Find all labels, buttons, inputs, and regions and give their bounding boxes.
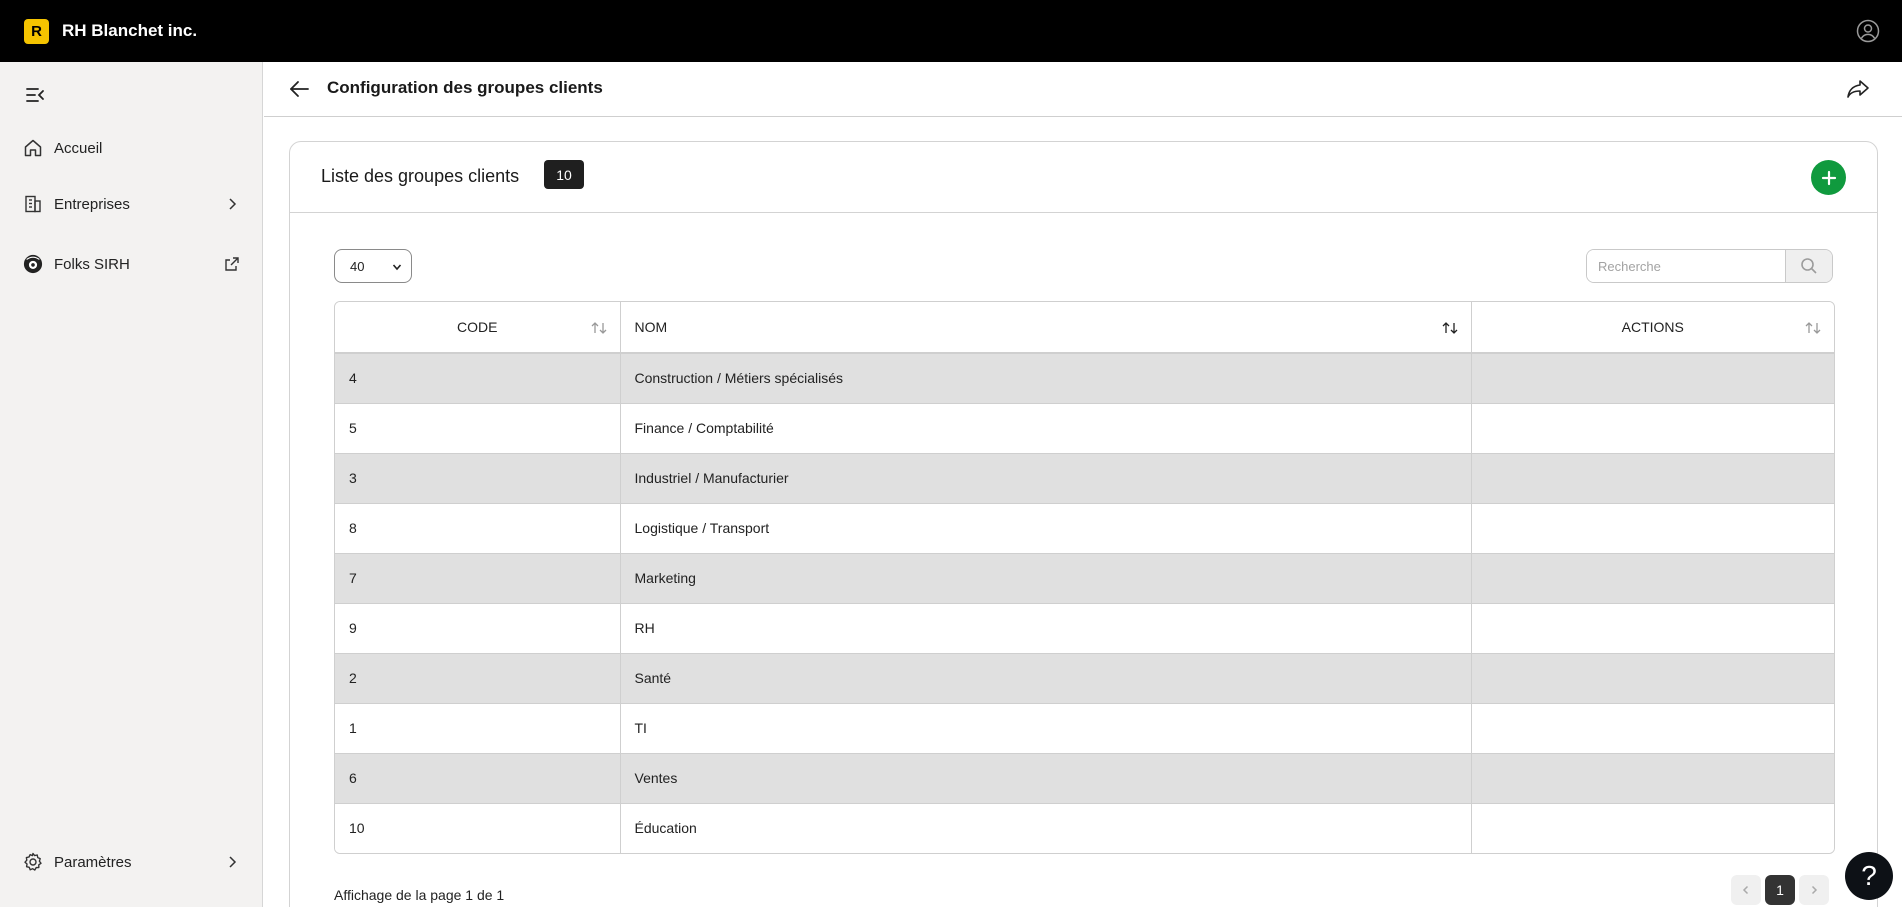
chevron-left-icon bbox=[1742, 885, 1749, 895]
sidebar-item-label: Entreprises bbox=[54, 195, 130, 213]
chevron-right-icon bbox=[1811, 885, 1818, 895]
cell-code: 8 bbox=[335, 502, 620, 553]
sidebar-item-label: Accueil bbox=[54, 139, 103, 157]
next-page-button[interactable] bbox=[1799, 875, 1829, 905]
client-groups-card: Liste des groupes clients 10 40 CODE bbox=[289, 141, 1878, 907]
page-header: Configuration des groupes clients bbox=[264, 62, 1902, 117]
table-row[interactable]: 6 Ventes bbox=[335, 752, 1834, 803]
cell-code: 6 bbox=[335, 752, 620, 803]
help-button[interactable]: ? bbox=[1845, 852, 1893, 900]
share-icon[interactable] bbox=[1846, 78, 1870, 100]
building-icon bbox=[23, 194, 43, 214]
cell-code: 4 bbox=[335, 352, 620, 403]
table-row[interactable]: 4 Construction / Métiers spécialisés bbox=[335, 352, 1834, 403]
table-row[interactable]: 3 Industriel / Manufacturier bbox=[335, 452, 1834, 503]
folks-logo-icon bbox=[23, 254, 43, 274]
card-header: Liste des groupes clients 10 bbox=[290, 142, 1877, 213]
search-button[interactable] bbox=[1786, 250, 1832, 282]
cell-code: 2 bbox=[335, 652, 620, 703]
cell-actions bbox=[1470, 352, 1834, 403]
groups-table: CODE NOM ACTIONS 4 Construction / Métier… bbox=[334, 301, 1835, 854]
search-box bbox=[1586, 249, 1833, 283]
cell-actions bbox=[1470, 652, 1834, 703]
pagination-info: Affichage de la page 1 de 1 bbox=[334, 887, 505, 903]
top-bar: R RH Blanchet inc. bbox=[0, 0, 1902, 62]
cell-nom: Marketing bbox=[619, 552, 1471, 603]
cell-nom: Industriel / Manufacturier bbox=[619, 452, 1471, 503]
cell-code: 9 bbox=[335, 602, 620, 653]
company-logo: R bbox=[24, 18, 49, 44]
page-button-current[interactable]: 1 bbox=[1765, 875, 1795, 905]
card-title: Liste des groupes clients bbox=[321, 166, 520, 186]
add-group-button[interactable] bbox=[1811, 160, 1846, 195]
home-icon bbox=[23, 138, 43, 158]
cell-actions bbox=[1470, 752, 1834, 803]
column-header-label: ACTIONS bbox=[1621, 319, 1684, 335]
cell-nom: Logistique / Transport bbox=[619, 502, 1471, 553]
column-header-actions[interactable]: ACTIONS bbox=[1470, 302, 1834, 354]
sidebar-item-accueil[interactable]: Accueil bbox=[0, 128, 262, 168]
cell-nom: TI bbox=[619, 702, 1471, 753]
sidebar-item-label: Paramètres bbox=[54, 853, 132, 871]
per-page-value: 40 bbox=[350, 258, 365, 274]
table-row[interactable]: 1 TI bbox=[335, 702, 1834, 753]
sidebar-item-parametres[interactable]: Paramètres bbox=[0, 842, 262, 882]
cell-code: 1 bbox=[335, 702, 620, 753]
table-header-row: CODE NOM ACTIONS bbox=[335, 302, 1834, 354]
cell-code: 7 bbox=[335, 552, 620, 603]
external-link-icon bbox=[225, 257, 239, 271]
table-row[interactable]: 10 Éducation bbox=[335, 802, 1834, 853]
cell-actions bbox=[1470, 552, 1834, 603]
cell-nom: Ventes bbox=[619, 752, 1471, 803]
cell-nom: Finance / Comptabilité bbox=[619, 402, 1471, 453]
chevron-right-icon bbox=[229, 856, 237, 868]
cell-actions bbox=[1470, 802, 1834, 853]
search-input[interactable] bbox=[1587, 250, 1787, 282]
sidebar-item-entreprises[interactable]: Entreprises bbox=[0, 184, 262, 224]
previous-page-button[interactable] bbox=[1731, 875, 1761, 905]
chevron-down-icon bbox=[392, 264, 402, 271]
table-row[interactable]: 9 RH bbox=[335, 602, 1834, 653]
cell-code: 3 bbox=[335, 452, 620, 503]
cell-code: 10 bbox=[335, 802, 620, 853]
per-page-select[interactable]: 40 bbox=[334, 249, 412, 283]
page-title: Configuration des groupes clients bbox=[327, 78, 603, 97]
user-account-icon[interactable] bbox=[1856, 19, 1880, 43]
column-header-nom[interactable]: NOM bbox=[619, 302, 1471, 354]
cell-actions bbox=[1470, 402, 1834, 453]
sort-icon[interactable] bbox=[590, 321, 608, 335]
cell-actions bbox=[1470, 452, 1834, 503]
cell-nom: Construction / Métiers spécialisés bbox=[619, 352, 1471, 403]
sort-icon[interactable] bbox=[1441, 321, 1459, 335]
column-header-code[interactable]: CODE bbox=[335, 302, 620, 354]
gear-icon bbox=[23, 852, 43, 872]
company-name: RH Blanchet inc. bbox=[62, 21, 198, 40]
cell-code: 5 bbox=[335, 402, 620, 453]
cell-nom: RH bbox=[619, 602, 1471, 653]
cell-nom: Santé bbox=[619, 652, 1471, 703]
sort-icon[interactable] bbox=[1804, 321, 1822, 335]
pagination: 1 bbox=[1731, 875, 1829, 905]
table-row[interactable]: 7 Marketing bbox=[335, 552, 1834, 603]
column-header-label: CODE bbox=[457, 319, 498, 335]
collapse-menu-icon[interactable] bbox=[25, 86, 45, 104]
sidebar-item-label: Folks SIRH bbox=[54, 255, 130, 273]
plus-icon bbox=[1821, 170, 1836, 185]
table-row[interactable]: 5 Finance / Comptabilité bbox=[335, 402, 1834, 453]
table-row[interactable]: 2 Santé bbox=[335, 652, 1834, 703]
table-row[interactable]: 8 Logistique / Transport bbox=[335, 502, 1834, 553]
back-arrow-icon[interactable] bbox=[288, 79, 310, 99]
column-header-label: NOM bbox=[634, 319, 668, 335]
sidebar: Accueil Entreprises Folks SIRH Paramètre… bbox=[0, 62, 263, 907]
search-icon bbox=[1801, 258, 1817, 274]
sidebar-item-folks-sirh[interactable]: Folks SIRH bbox=[0, 244, 262, 284]
cell-actions bbox=[1470, 502, 1834, 553]
count-badge: 10 bbox=[544, 160, 584, 189]
cell-nom: Éducation bbox=[619, 802, 1471, 853]
cell-actions bbox=[1470, 702, 1834, 753]
cell-actions bbox=[1470, 602, 1834, 653]
chevron-right-icon bbox=[229, 198, 237, 210]
